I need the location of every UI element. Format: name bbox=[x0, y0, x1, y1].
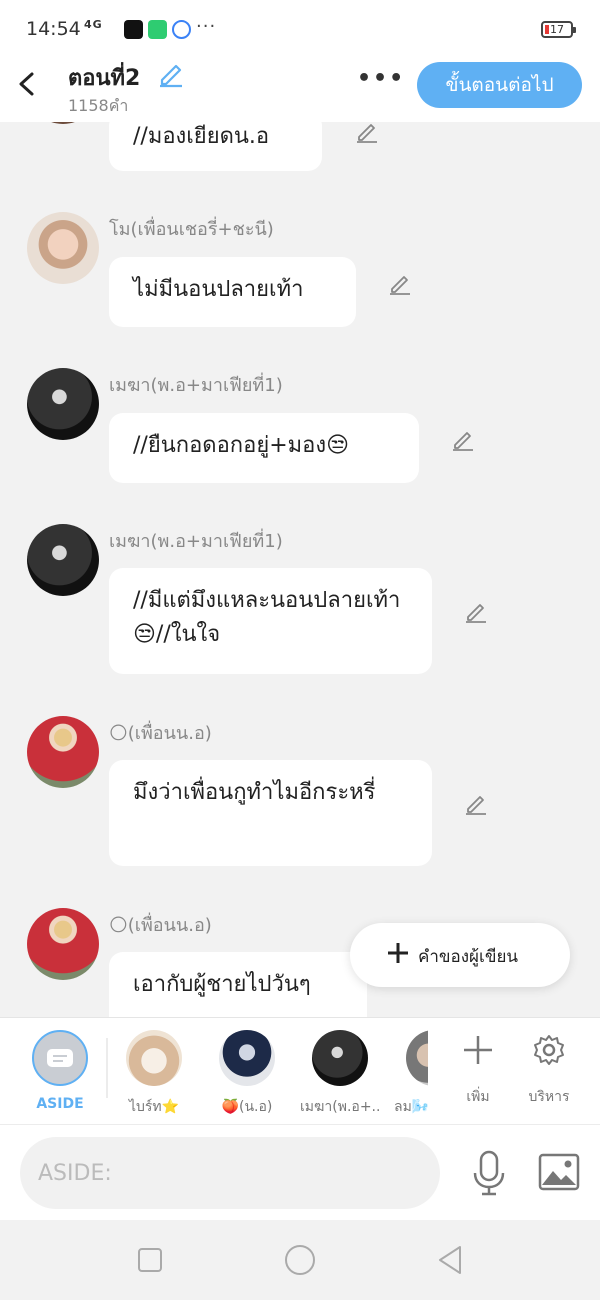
message-bubble[interactable]: //มองเยียดน.อ bbox=[109, 122, 322, 171]
microphone-button[interactable] bbox=[470, 1149, 508, 1197]
character-label: ไบร์ท⭐ bbox=[128, 1099, 180, 1115]
character-item[interactable]: ไบร์ท⭐ bbox=[114, 1030, 194, 1118]
edit-message-icon[interactable] bbox=[450, 426, 476, 452]
character-name: เมฆา(พ.อ+มาเฟียที่1) bbox=[109, 375, 283, 396]
character-item[interactable]: 🍑(น.อ) bbox=[207, 1030, 287, 1118]
battery-icon: 17 bbox=[541, 21, 576, 38]
avatar bbox=[406, 1030, 428, 1086]
plus-icon bbox=[464, 1036, 492, 1064]
character-label: เมฆา(พ.อ+... bbox=[300, 1099, 380, 1115]
more-options-button[interactable]: ••• bbox=[357, 66, 405, 91]
character-label: ASIDE bbox=[36, 1096, 84, 1112]
avatar[interactable] bbox=[27, 368, 99, 440]
avatar[interactable] bbox=[27, 908, 99, 980]
status-bar: 14:54 4G ··· 17 bbox=[0, 0, 600, 58]
divider bbox=[106, 1038, 108, 1098]
character-name: 🌕(เพื่อนน.อ) bbox=[109, 723, 212, 744]
character-selector: ASIDE ไบร์ท⭐ 🍑(น.อ) เมฆา(พ.อ+... ลม🌬️ เพ… bbox=[0, 1017, 600, 1124]
edit-message-icon[interactable] bbox=[463, 598, 489, 624]
message-bubble[interactable]: มึงว่าเพื่อนกูทำไมอีกระหรี่ bbox=[109, 760, 432, 866]
character-name: เมฆา(พ.อ+มาเฟียที่1) bbox=[109, 531, 283, 552]
message-bubble[interactable]: ไม่มีนอนปลายเท้า bbox=[109, 257, 356, 327]
message-bubble[interactable]: //ยืนกอดอกอยู่+มอง😒 bbox=[109, 413, 419, 483]
character-name: โม(เพื่อนเชอรี่+ชะนี) bbox=[109, 219, 274, 240]
author-note-button[interactable]: คำของผู้เขียน bbox=[350, 923, 570, 987]
chat-area[interactable]: //มองเยียดน.อ โม(เพื่อนเชอรี่+ชะนี) ไม่ม… bbox=[0, 122, 600, 1017]
home-button[interactable] bbox=[282, 1242, 318, 1278]
aside-input[interactable] bbox=[20, 1137, 440, 1209]
image-button[interactable] bbox=[538, 1153, 580, 1191]
system-navigation-bar bbox=[0, 1220, 600, 1300]
avatar[interactable] bbox=[27, 212, 99, 284]
back-nav-button[interactable] bbox=[432, 1242, 468, 1278]
signal-icon: 4G bbox=[84, 18, 103, 31]
character-label: 🍑(น.อ) bbox=[221, 1099, 273, 1115]
message-bubble[interactable]: //มีแต่มึงแหละนอนปลายเท้า😒//ในใจ bbox=[109, 568, 432, 674]
character-name: 🌕(เพื่อนน.อ) bbox=[109, 915, 212, 936]
sync-app-icon bbox=[172, 20, 191, 39]
word-count: 1158คำ bbox=[68, 96, 129, 115]
edit-message-icon[interactable] bbox=[354, 122, 380, 144]
more-notifications-icon: ··· bbox=[196, 16, 217, 37]
character-label: ลม🌬️ bbox=[394, 1099, 428, 1115]
avatar[interactable] bbox=[27, 524, 99, 596]
status-time: 14:54 bbox=[26, 18, 81, 40]
avatar bbox=[312, 1030, 368, 1086]
plus-icon bbox=[388, 943, 408, 963]
character-aside[interactable]: ASIDE bbox=[20, 1030, 100, 1112]
edit-title-icon[interactable] bbox=[156, 58, 186, 88]
character-item[interactable]: เมฆา(พ.อ+... bbox=[300, 1030, 380, 1118]
input-bar bbox=[0, 1124, 600, 1220]
aside-icon bbox=[32, 1030, 88, 1086]
tiktok-icon bbox=[124, 20, 143, 39]
message-bubble[interactable]: เอากับผู้ชายไปวันๆ bbox=[109, 952, 367, 1017]
manage-label: บริหาร bbox=[528, 1089, 570, 1105]
author-note-label: คำของผู้เขียน bbox=[418, 947, 519, 967]
manage-button[interactable]: บริหาร bbox=[514, 1028, 584, 1108]
avatar bbox=[126, 1030, 182, 1086]
edit-message-icon[interactable] bbox=[387, 270, 413, 296]
avatar bbox=[219, 1030, 275, 1086]
chapter-title: ตอนที่2 bbox=[68, 66, 141, 91]
chapter-header: ตอนที่2 1158คำ ••• ขั้นตอนต่อไป bbox=[0, 58, 600, 122]
back-button[interactable] bbox=[12, 66, 42, 102]
recent-apps-button[interactable] bbox=[132, 1242, 168, 1278]
avatar[interactable] bbox=[27, 716, 99, 788]
edit-message-icon[interactable] bbox=[463, 790, 489, 816]
character-item[interactable]: ลม🌬️ bbox=[390, 1030, 428, 1118]
line-icon bbox=[148, 20, 167, 39]
add-label: เพิ่ม bbox=[466, 1089, 490, 1105]
next-step-button[interactable]: ขั้นตอนต่อไป bbox=[417, 62, 582, 108]
gear-icon bbox=[534, 1035, 564, 1065]
avatar[interactable] bbox=[27, 122, 99, 124]
add-character-button[interactable]: เพิ่ม bbox=[443, 1028, 513, 1108]
